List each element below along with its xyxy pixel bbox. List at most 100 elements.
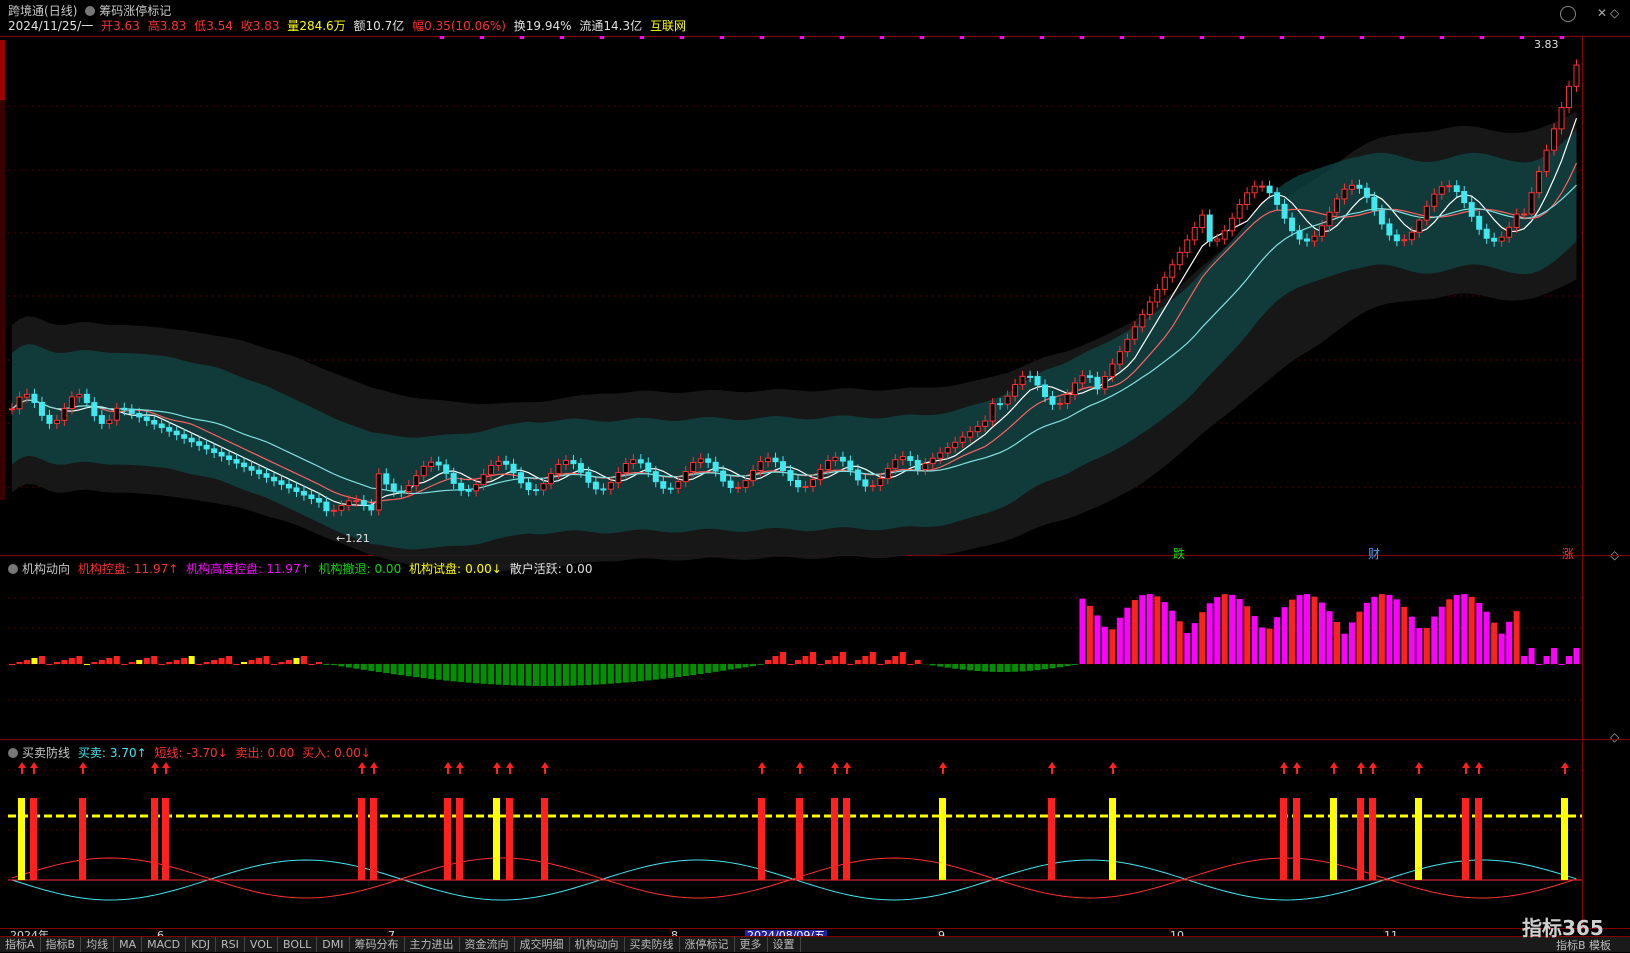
histogram-bar [421,664,427,678]
candle-body [316,499,321,503]
tab-item[interactable]: 主力进出 [405,937,460,952]
event-marker-rise[interactable]: 涨 [1562,545,1574,562]
tab-item[interactable]: MACD [142,937,186,952]
tab-item[interactable]: 指标A [0,937,41,952]
candle-body [601,489,606,490]
candle-body [1155,290,1160,302]
histogram-bar [46,664,52,665]
candle-body [77,394,82,397]
candle-body [204,445,209,449]
tab-item[interactable]: 涨停标记 [680,937,735,952]
candle-body [960,437,965,442]
arrow-up-icon [1109,762,1117,774]
tab-item[interactable]: 机构动向 [570,937,625,952]
tab-item[interactable]: RSI [216,937,245,952]
candle-body [47,415,52,423]
event-marker-drop[interactable]: 跌 [1173,545,1185,562]
tab-item[interactable]: BOLL [278,937,317,952]
histogram-bar [1222,594,1228,664]
histogram-bar [698,664,704,674]
histogram-bar [226,656,232,664]
sell-signal-bar [1357,798,1364,880]
candle-body [384,474,389,484]
histogram-bar [1409,617,1415,664]
candle-body [286,484,291,488]
sell-signal-bar [1048,798,1055,880]
tab-item[interactable]: 更多 [735,937,768,952]
settings-circle-icon[interactable] [8,748,18,758]
tab-item[interactable]: KDJ [186,937,216,952]
candle-body [122,408,127,410]
panel2-title[interactable]: 机构动向 [22,562,70,576]
tab-item[interactable]: 均线 [81,937,114,952]
panel3-item-value: 0.00 [268,746,295,760]
candle-body [489,465,494,474]
tab-item[interactable]: 成交明细 [515,937,570,952]
candle-body [526,483,531,490]
limit-up-dot [1360,36,1364,39]
histogram-bar [204,662,210,664]
histogram-bar [61,660,67,664]
candle-body [953,442,958,447]
histogram-bar [1401,607,1407,664]
candle-body [990,404,995,421]
histogram-bar [316,662,322,664]
panel3-title[interactable]: 买卖防线 [22,746,70,760]
buy-signal-bar [1561,798,1568,880]
candle-body [706,459,711,462]
limit-up-dot [800,36,804,39]
histogram-bar [1027,664,1033,671]
limit-up-dot [1200,36,1204,39]
tab-item[interactable]: 资金流向 [460,937,515,952]
histogram-bar [1117,618,1123,664]
histogram-bar [144,658,150,664]
candle-body [511,464,516,472]
tab-item[interactable]: 设置 [768,937,801,952]
chart-canvas[interactable] [0,0,1630,951]
histogram-bar [54,662,60,664]
candle-body [608,483,613,489]
limit-up-dot [920,36,924,39]
histogram-bar [1521,656,1527,664]
histogram-bar [720,664,726,671]
histogram-bar [1057,664,1063,667]
histogram-bar [114,656,120,664]
candle-body [159,424,164,428]
histogram-bar [99,660,105,664]
tab-item[interactable]: 买卖防线 [625,937,680,952]
candle-body [129,410,134,414]
tab-item[interactable]: 指标B [41,937,82,952]
histogram-bar [376,664,382,672]
histogram-bar [1020,664,1026,671]
histogram-bar [570,664,576,686]
tab-item[interactable]: VOL [245,937,278,952]
arrow-up-icon [541,762,549,774]
panel-border [0,36,1630,37]
candle-body [107,420,112,423]
histogram-bar [69,658,75,664]
high-price-label: 3.83 [1534,38,1559,51]
candle-body [788,471,793,481]
candle-body [324,502,329,511]
limit-up-dot [560,36,564,39]
event-marker-finance[interactable]: 财 [1368,545,1380,562]
histogram-bar [615,664,621,683]
histogram-bar [76,656,82,664]
candle-body [257,470,262,474]
arrow-up-icon [1415,762,1423,774]
histogram-bar [1566,656,1572,664]
sell-signal-bar [162,798,169,880]
candle-body [1080,376,1085,383]
limit-up-dot [1440,36,1444,39]
candle-body [1574,65,1579,86]
tab-item[interactable]: 筹码分布 [350,937,405,952]
tab-item[interactable]: DMI [317,937,349,952]
histogram-bar [518,664,524,686]
sell-signal-bar [758,798,765,880]
histogram-bar [825,660,831,664]
settings-circle-icon[interactable] [8,564,18,574]
tab-item[interactable]: MA [114,937,142,952]
candle-body [571,461,576,464]
sell-signal-bar [370,798,377,880]
limit-up-dot [1520,36,1524,39]
